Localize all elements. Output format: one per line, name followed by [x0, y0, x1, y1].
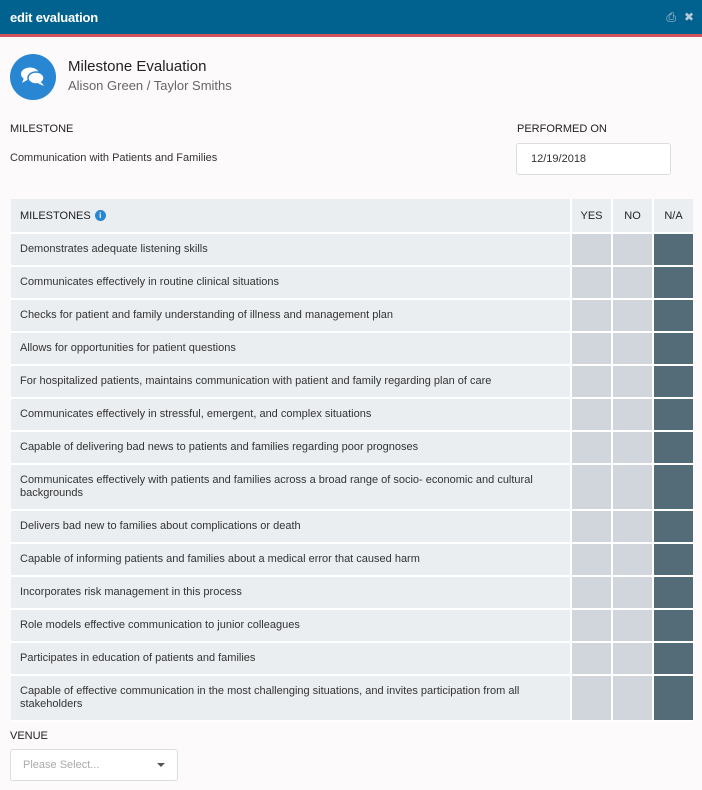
na-option-cell[interactable] — [652, 643, 693, 674]
na-option-cell[interactable] — [652, 511, 693, 542]
yes-option-cell[interactable] — [570, 399, 611, 430]
window-title: edit evaluation — [10, 10, 99, 25]
na-option-cell[interactable] — [652, 432, 693, 463]
na-option-cell[interactable] — [652, 267, 693, 298]
no-option-cell[interactable] — [611, 676, 652, 720]
milestones-header-label: MILESTONES — [20, 209, 91, 222]
yes-option-cell[interactable] — [570, 610, 611, 641]
info-icon[interactable]: i — [94, 210, 106, 221]
no-option-cell[interactable] — [611, 544, 652, 575]
na-option-cell[interactable] — [652, 544, 693, 575]
na-option-cell[interactable] — [652, 333, 693, 364]
page-title: Milestone Evaluation — [68, 58, 207, 75]
na-option-cell[interactable] — [652, 399, 693, 430]
avatar — [10, 54, 56, 100]
table-row: Checks for patient and family understand… — [11, 300, 693, 333]
table-row: Incorporates risk management in this pro… — [11, 577, 693, 610]
yes-option-cell[interactable] — [570, 366, 611, 397]
chevron-down-icon — [157, 763, 165, 767]
milestone-text: Communicates effectively in stressful, e… — [11, 399, 570, 430]
milestone-text: Capable of effective communication in th… — [11, 676, 570, 720]
table-header: MILESTONES i YES NO N/A — [11, 199, 693, 234]
milestone-text: Checks for patient and family understand… — [11, 300, 570, 331]
yes-option-cell[interactable] — [570, 643, 611, 674]
table-row: Allows for opportunities for patient que… — [11, 333, 693, 366]
venue-label: VENUE — [10, 730, 48, 742]
na-option-cell[interactable] — [652, 610, 693, 641]
no-option-cell[interactable] — [611, 333, 652, 364]
evaluation-participants: Alison Green / Taylor Smiths — [68, 78, 232, 93]
no-option-cell[interactable] — [611, 234, 652, 265]
print-icon[interactable]: ⎙ — [666, 10, 676, 24]
no-option-cell[interactable] — [611, 643, 652, 674]
no-option-cell[interactable] — [611, 399, 652, 430]
yes-option-cell[interactable] — [570, 577, 611, 608]
table-row: Demonstrates adequate listening skills — [11, 234, 693, 267]
yes-column-header: YES — [570, 199, 611, 232]
table-row: Communicates effectively in stressful, e… — [11, 399, 693, 432]
performed-on-label: PERFORMED ON — [517, 123, 607, 135]
yes-option-cell[interactable] — [570, 465, 611, 509]
milestone-text: Communicates effectively in routine clin… — [11, 267, 570, 298]
yes-option-cell[interactable] — [570, 267, 611, 298]
milestone-text: Demonstrates adequate listening skills — [11, 234, 570, 265]
na-option-cell[interactable] — [652, 465, 693, 509]
table-row: Role models effective communication to j… — [11, 610, 693, 643]
yes-option-cell[interactable] — [570, 300, 611, 331]
table-row: Communicates effectively with patients a… — [11, 465, 693, 511]
table-row: Capable of delivering bad news to patien… — [11, 432, 693, 465]
no-option-cell[interactable] — [611, 366, 652, 397]
milestone-text: Capable of delivering bad news to patien… — [11, 432, 570, 463]
no-option-cell[interactable] — [611, 577, 652, 608]
milestone-text: Incorporates risk management in this pro… — [11, 577, 570, 608]
milestone-text: Delivers bad new to families about compl… — [11, 511, 570, 542]
no-option-cell[interactable] — [611, 511, 652, 542]
na-option-cell[interactable] — [652, 366, 693, 397]
milestone-text: Role models effective communication to j… — [11, 610, 570, 641]
yes-option-cell[interactable] — [570, 511, 611, 542]
table-row: For hospitalized patients, maintains com… — [11, 366, 693, 399]
table-body: Demonstrates adequate listening skills Co… — [11, 234, 693, 722]
table-row: Delivers bad new to families about compl… — [11, 511, 693, 544]
milestone-text: For hospitalized patients, maintains com… — [11, 366, 570, 397]
no-column-header: NO — [611, 199, 652, 232]
na-column-header: N/A — [652, 199, 693, 232]
title-bar-actions: ⎙ ✖ — [666, 10, 694, 24]
no-option-cell[interactable] — [611, 610, 652, 641]
yes-option-cell[interactable] — [570, 676, 611, 720]
table-row: Capable of informing patients and famili… — [11, 544, 693, 577]
milestones-column-header: MILESTONES i — [11, 199, 570, 232]
milestone-label: MILESTONE — [10, 123, 74, 135]
milestone-value: Communication with Patients and Families — [10, 152, 218, 164]
yes-option-cell[interactable] — [570, 234, 611, 265]
no-option-cell[interactable] — [611, 267, 652, 298]
chat-bubbles-icon — [21, 67, 45, 86]
table-row: Participates in education of patients an… — [11, 643, 693, 676]
close-icon[interactable]: ✖ — [684, 10, 694, 24]
na-option-cell[interactable] — [652, 676, 693, 720]
performed-on-date-input[interactable] — [516, 143, 671, 175]
yes-option-cell[interactable] — [570, 432, 611, 463]
no-option-cell[interactable] — [611, 300, 652, 331]
milestone-text: Participates in education of patients an… — [11, 643, 570, 674]
na-option-cell[interactable] — [652, 234, 693, 265]
milestone-text: Allows for opportunities for patient que… — [11, 333, 570, 364]
yes-option-cell[interactable] — [570, 333, 611, 364]
milestones-table: MILESTONES i YES NO N/A Demonstrates ade… — [11, 199, 693, 722]
table-row: Communicates effectively in routine clin… — [11, 267, 693, 300]
venue-placeholder: Please Select... — [23, 759, 100, 771]
milestone-text: Capable of informing patients and famili… — [11, 544, 570, 575]
table-row: Capable of effective communication in th… — [11, 676, 693, 722]
venue-select[interactable]: Please Select... — [10, 749, 178, 781]
na-option-cell[interactable] — [652, 577, 693, 608]
yes-option-cell[interactable] — [570, 544, 611, 575]
milestone-text: Communicates effectively with patients a… — [11, 465, 570, 509]
no-option-cell[interactable] — [611, 432, 652, 463]
no-option-cell[interactable] — [611, 465, 652, 509]
na-option-cell[interactable] — [652, 300, 693, 331]
title-bar: edit evaluation ⎙ ✖ — [0, 0, 702, 37]
